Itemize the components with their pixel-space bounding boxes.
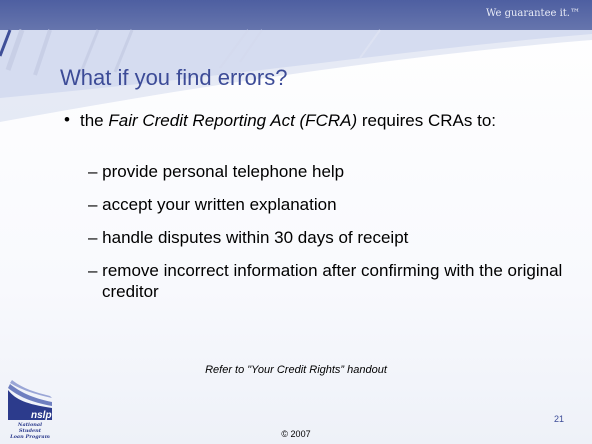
copyright: © 2007 — [281, 429, 311, 439]
sub-item: – handle disputes within 30 days of rece… — [88, 228, 409, 247]
page-number: 21 — [553, 414, 564, 424]
main-bullet: • the Fair Credit Reporting Act (FCRA) r… — [64, 110, 576, 131]
bullet-dot-icon: • — [64, 110, 70, 129]
slide-title: What if you find errors? — [60, 65, 288, 90]
bullet-text-italic: Fair Credit Reporting Act (FCRA) — [108, 111, 358, 130]
slide: We guarantee it.™ What if you find error… — [0, 0, 592, 444]
nslp-logo-icon: nslp — [8, 380, 52, 421]
bullet-text-after: requires CRAs to: — [357, 111, 497, 130]
logo-mark: nslp — [31, 410, 52, 421]
logo-caption-line: National Student — [17, 422, 43, 434]
main-bullet-text: the Fair Credit Reporting Act (FCRA) req… — [80, 110, 576, 131]
bullet-text-before: the — [80, 111, 109, 130]
sub-item: – provide personal telephone help — [88, 162, 345, 181]
footnote: Refer to "Your Credit Rights” handout — [205, 364, 387, 376]
logo-caption: National Student Loan Program — [6, 422, 54, 440]
sub-item: – remove incorrect information after con… — [88, 261, 563, 301]
logo-caption-line: Loan Program — [10, 434, 50, 440]
sub-item: – accept your written explanation — [88, 195, 337, 214]
nslp-logo: nslp National Student Loan Program — [6, 380, 54, 442]
